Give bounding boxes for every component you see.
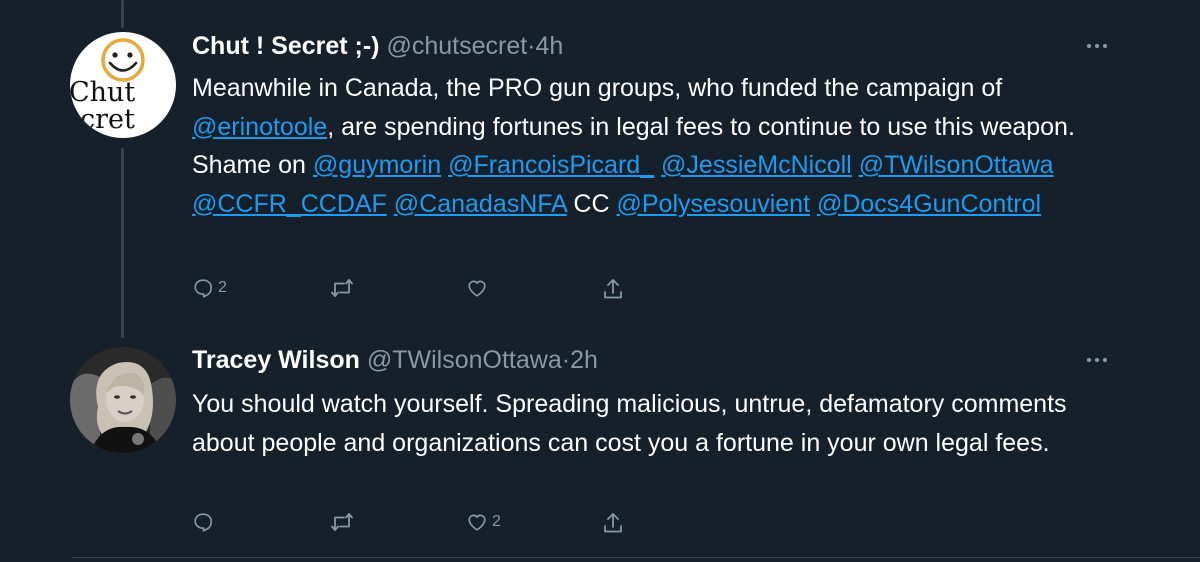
tweet-text-segment: Meanwhile in Canada, the PRO gun groups,… bbox=[192, 74, 1003, 102]
tweet-text-segment: You should watch yourself. Spreading mal… bbox=[192, 390, 1067, 457]
tweet-text-segment bbox=[387, 190, 394, 218]
retweet-button[interactable] bbox=[330, 511, 358, 533]
share-icon bbox=[604, 513, 622, 533]
author-name[interactable]: Chut ! Secret ;-) bbox=[192, 32, 380, 60]
retweet-icon bbox=[331, 279, 353, 297]
author-name[interactable]: Tracey Wilson bbox=[192, 346, 360, 374]
reply-count: 2 bbox=[218, 279, 227, 296]
retweet-button[interactable] bbox=[330, 277, 358, 299]
avatar[interactable]: Chut ecret bbox=[70, 32, 176, 138]
more-icon bbox=[1087, 358, 1107, 362]
tweet[interactable]: Tracey Wilson @TWilsonOttawa·2h You shou… bbox=[0, 330, 1200, 560]
mention-link[interactable]: @FrancoisPicard_ bbox=[448, 151, 654, 179]
mention-link[interactable]: @TWilsonOttawa bbox=[859, 151, 1054, 179]
avatar[interactable] bbox=[70, 347, 176, 453]
reply-button[interactable]: 2 bbox=[192, 277, 227, 299]
tweet-time[interactable]: 4h bbox=[536, 32, 564, 60]
like-button[interactable]: 2 bbox=[466, 511, 501, 533]
mention-link[interactable]: @CCFR_CCDAF bbox=[192, 190, 387, 218]
mention-link[interactable]: @Docs4GunControl bbox=[817, 190, 1041, 218]
mention-link[interactable]: @guymorin bbox=[313, 151, 441, 179]
smiley-logo: Chut ecret bbox=[70, 38, 145, 135]
tweet-text: Meanwhile in Canada, the PRO gun groups,… bbox=[192, 69, 1132, 223]
more-icon bbox=[1087, 44, 1107, 48]
logo-text-secret: ecret bbox=[70, 104, 135, 135]
tweet-header: Tracey Wilson @TWilsonOttawa·2h bbox=[192, 345, 598, 375]
more-button[interactable] bbox=[1084, 33, 1110, 59]
mention-link[interactable]: @JessieMcNicoll bbox=[661, 151, 852, 179]
tweet-text-segment bbox=[654, 151, 661, 179]
retweet-icon bbox=[331, 513, 353, 531]
author-handle[interactable]: @TWilsonOttawa bbox=[367, 346, 562, 374]
like-button[interactable] bbox=[466, 277, 492, 299]
reply-icon bbox=[194, 513, 212, 532]
author-handle[interactable]: @chutsecret bbox=[386, 32, 527, 60]
mention-link[interactable]: @CanadasNFA bbox=[394, 190, 567, 218]
separator-dot: · bbox=[561, 346, 571, 374]
tweet-text-segment bbox=[852, 151, 859, 179]
mention-link[interactable]: @Polysesouvient bbox=[616, 190, 810, 218]
share-button[interactable] bbox=[602, 277, 624, 301]
mention-link[interactable]: @erinotoole bbox=[192, 113, 327, 141]
separator-dot: · bbox=[527, 32, 536, 60]
tweet-time[interactable]: 2h bbox=[570, 346, 598, 374]
profile-photo bbox=[70, 347, 176, 453]
share-button[interactable] bbox=[602, 511, 624, 535]
reply-icon bbox=[194, 279, 212, 298]
like-icon bbox=[468, 280, 486, 297]
tweet-text: You should watch yourself. Spreading mal… bbox=[192, 385, 1132, 462]
tweet-text-segment bbox=[810, 190, 817, 218]
like-count: 2 bbox=[492, 513, 501, 530]
tweet-header: Chut ! Secret ;-) @chutsecret·4h bbox=[192, 31, 563, 61]
share-icon bbox=[604, 279, 622, 299]
more-button[interactable] bbox=[1084, 347, 1110, 373]
like-icon bbox=[468, 514, 486, 531]
reply-button[interactable] bbox=[192, 511, 218, 533]
tweet[interactable]: Chut ecret Chut ! Secret ;-) @chutsecret… bbox=[0, 0, 1200, 330]
tweet-text-segment: CC bbox=[566, 189, 617, 218]
tweet-divider bbox=[72, 557, 1200, 558]
